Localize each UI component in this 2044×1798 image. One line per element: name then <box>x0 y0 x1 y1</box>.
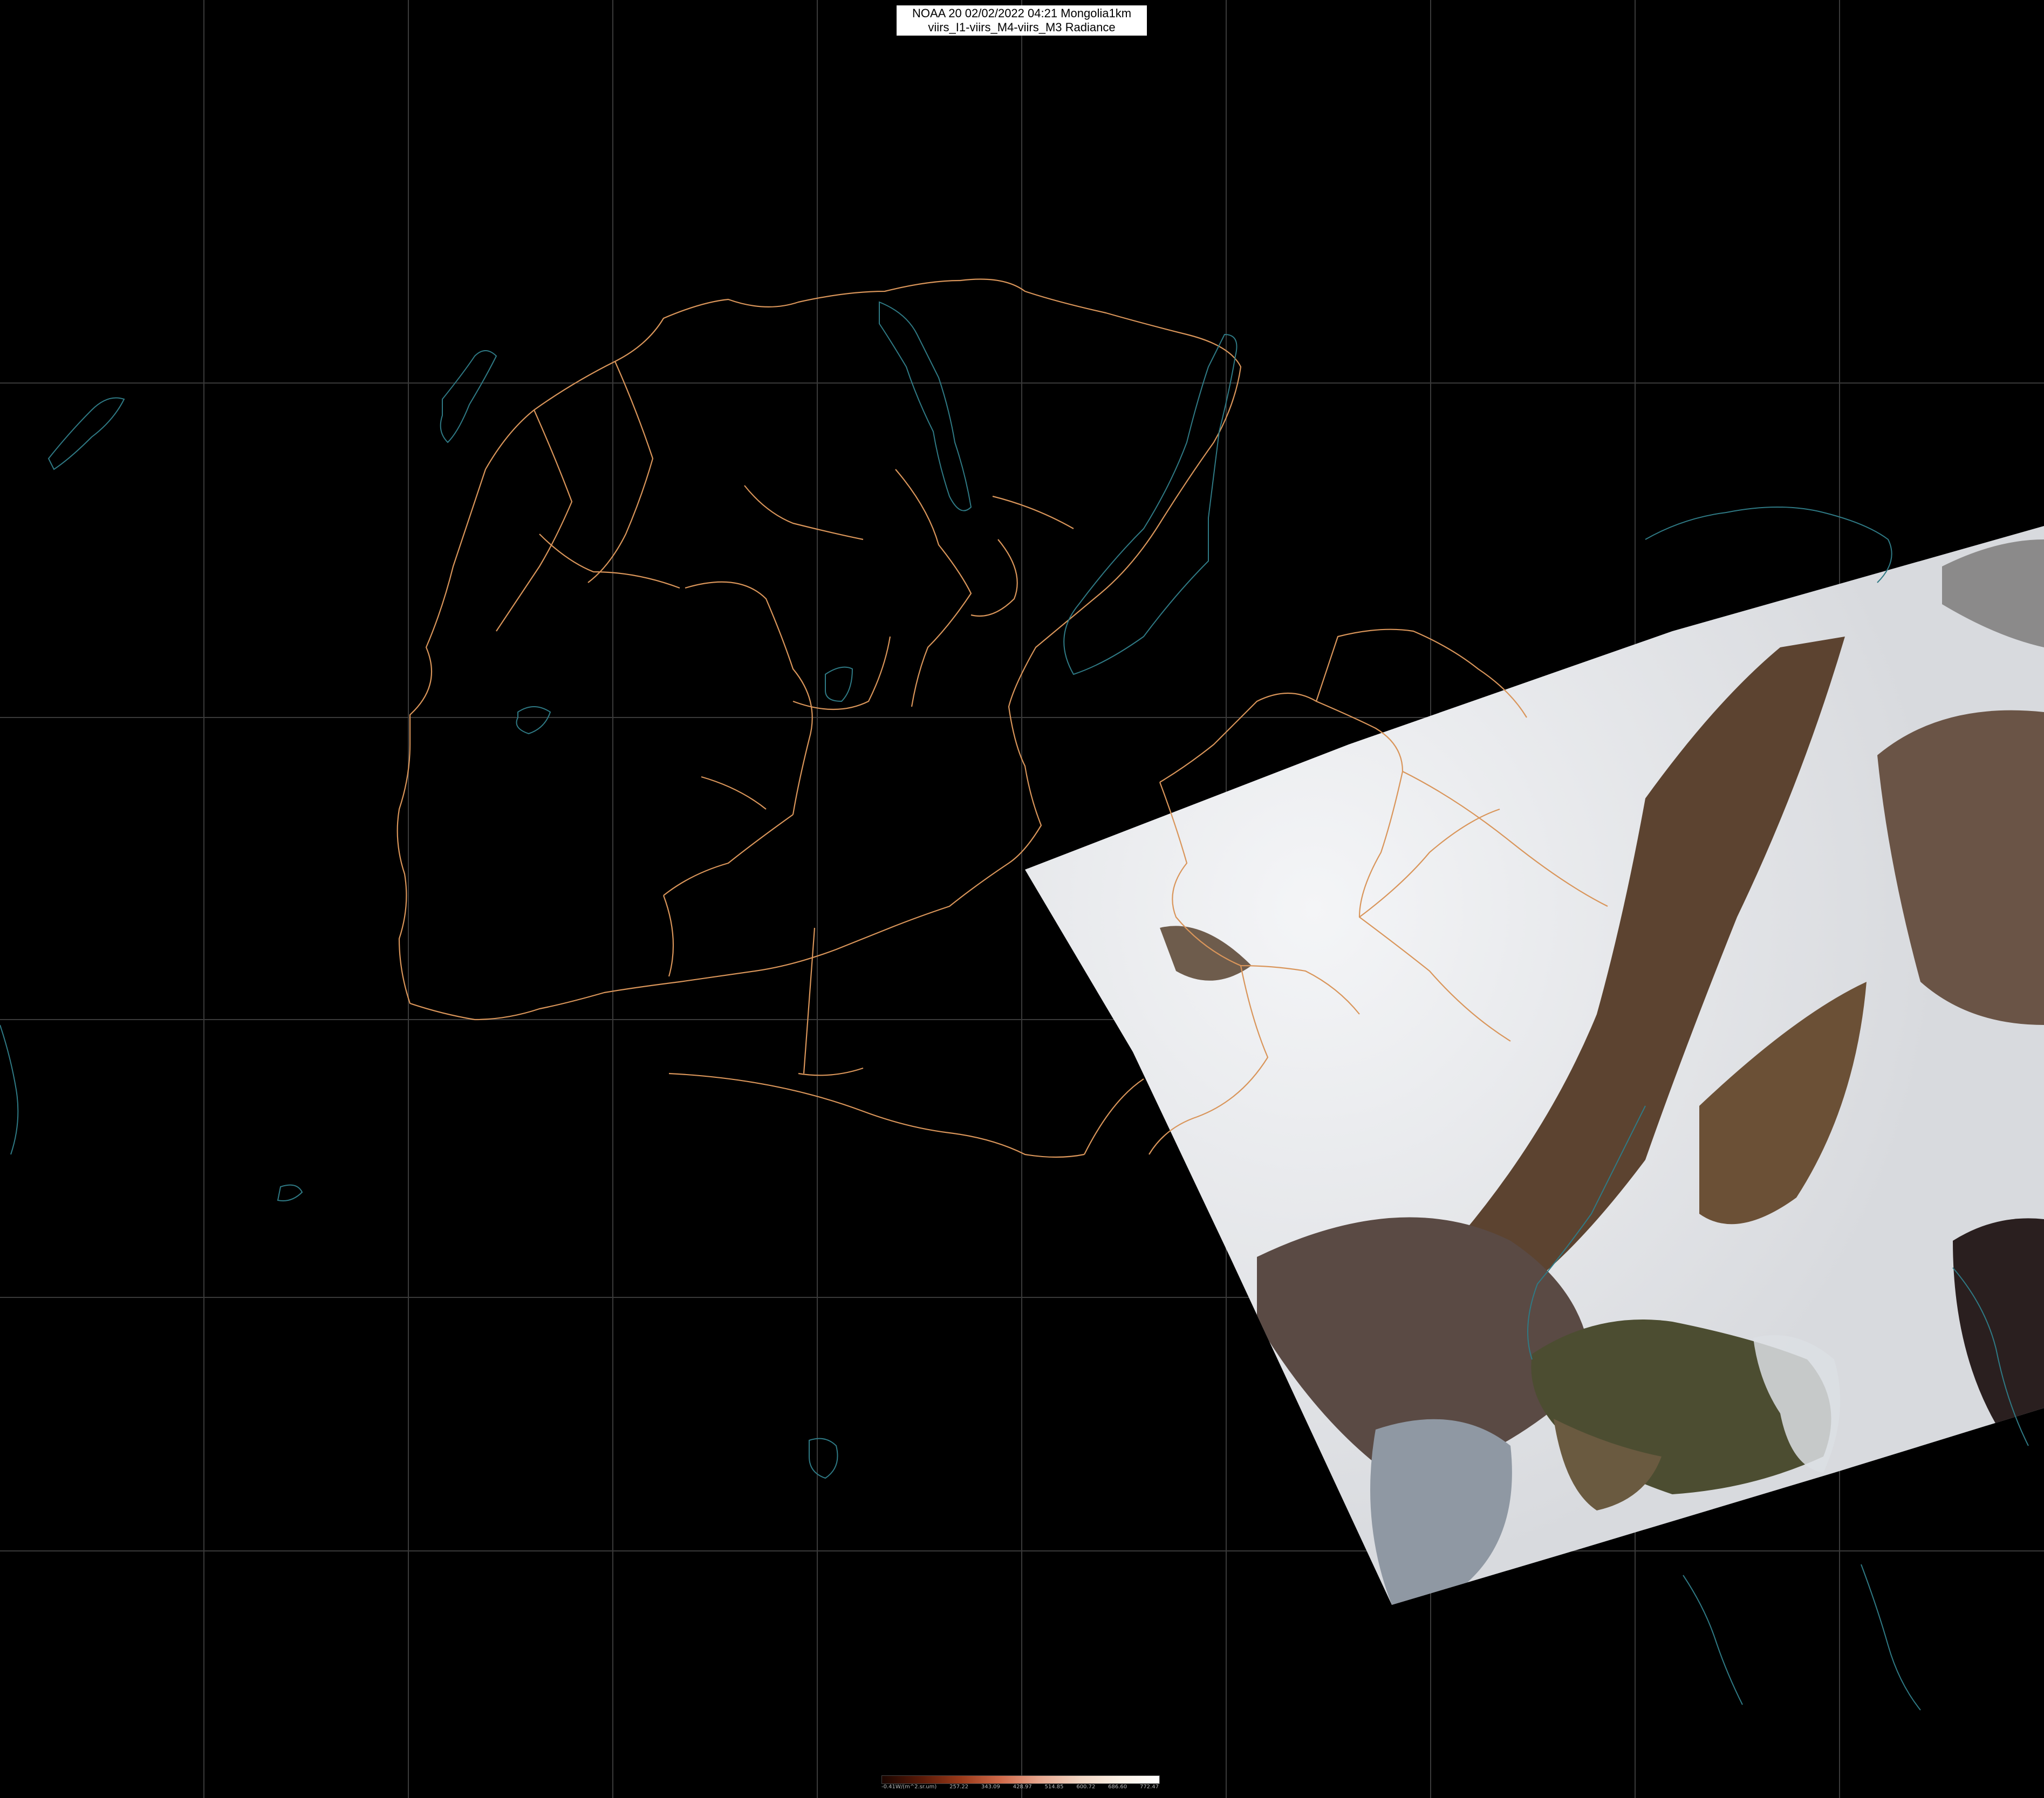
colorbar-label: 257.22 <box>949 1784 969 1790</box>
colorbar-gradient <box>881 1775 1160 1784</box>
colorbar-label: 600.72 <box>1076 1784 1096 1790</box>
map-title-box: NOAA 20 02/02/2022 04:21 Mongolia1km vii… <box>897 5 1147 36</box>
map-title-line2: viirs_I1-viirs_M4-viirs_M3 Radiance <box>928 20 1116 34</box>
satellite-map <box>0 0 2044 1798</box>
satellite-swath <box>1025 526 2044 1605</box>
colorbar-label: 772.47 <box>1139 1784 1159 1790</box>
colorbar-label: 343.09 <box>981 1784 1000 1790</box>
colorbar-label: -0.41W/(m^2.sr.um) <box>881 1784 937 1790</box>
colorbar-label: 514.85 <box>1044 1784 1064 1790</box>
radiance-colorbar: -0.41W/(m^2.sr.um) 257.22 343.09 428.97 … <box>881 1775 1160 1790</box>
map-title-line1: NOAA 20 02/02/2022 04:21 Mongolia1km <box>912 6 1132 20</box>
colorbar-label: 686.60 <box>1108 1784 1127 1790</box>
colorbar-label: 428.97 <box>1013 1784 1032 1790</box>
colorbar-labels: -0.41W/(m^2.sr.um) 257.22 343.09 428.97 … <box>881 1784 1159 1790</box>
